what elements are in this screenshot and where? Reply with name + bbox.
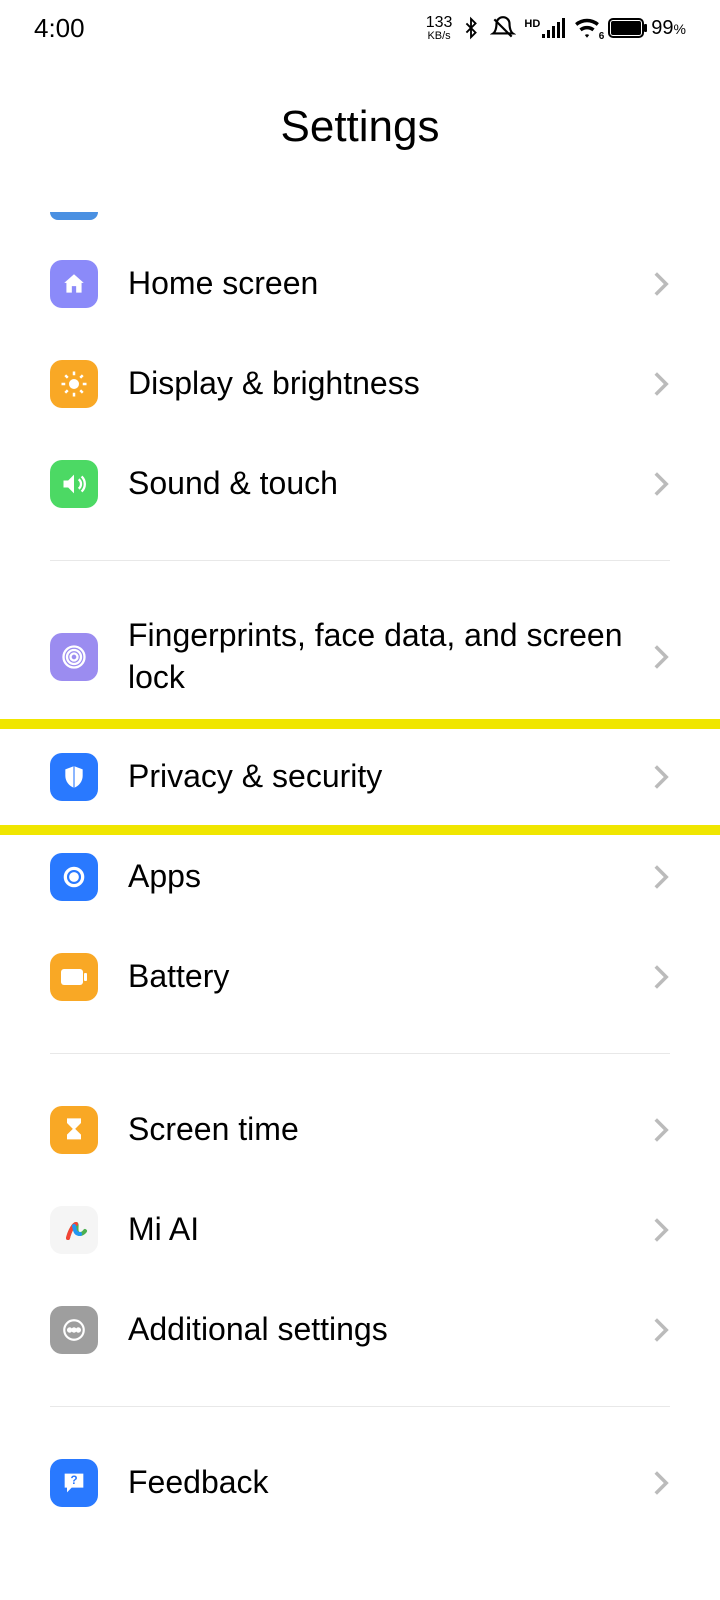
row-screen-time[interactable]: Screen time: [50, 1080, 670, 1180]
row-battery[interactable]: Battery: [50, 927, 670, 1027]
wifi-icon: 6: [574, 18, 600, 38]
row-additional-settings[interactable]: Additional settings: [50, 1280, 670, 1380]
row-label: Privacy & security: [128, 756, 652, 798]
chevron-right-icon: [652, 963, 670, 991]
chevron-right-icon: [652, 270, 670, 298]
mi-ai-icon: [50, 1206, 98, 1254]
svg-text:?: ?: [70, 1474, 77, 1487]
row-label: Feedback: [128, 1462, 652, 1504]
row-label: Display & brightness: [128, 363, 652, 405]
row-label: Sound & touch: [128, 463, 652, 505]
hourglass-icon: [50, 1106, 98, 1154]
row-label: Mi AI: [128, 1209, 652, 1251]
status-indicators: 133 KB/s HD 6 99%: [426, 15, 686, 42]
row-home-screen[interactable]: Home screen: [50, 234, 670, 334]
chevron-right-icon: [652, 470, 670, 498]
feedback-icon: ?: [50, 1459, 98, 1507]
row-fingerprints[interactable]: Fingerprints, face data, and screen lock: [50, 587, 670, 727]
page-title: Settings: [0, 102, 720, 152]
sound-icon: [50, 460, 98, 508]
home-icon: [50, 260, 98, 308]
apps-icon: [50, 853, 98, 901]
shield-icon: [50, 753, 98, 801]
row-apps[interactable]: Apps: [50, 827, 670, 927]
partial-row-top: [50, 180, 670, 222]
row-privacy-security[interactable]: Privacy & security: [50, 727, 670, 827]
divider: [50, 560, 670, 561]
settings-list: Home screen Display & brightness Sound &…: [0, 180, 720, 1533]
chevron-right-icon: [652, 1316, 670, 1344]
row-label: Screen time: [128, 1109, 652, 1151]
more-icon: [50, 1306, 98, 1354]
row-label: Additional settings: [128, 1309, 652, 1351]
divider: [50, 1053, 670, 1054]
chevron-right-icon: [652, 863, 670, 891]
status-time: 4:00: [34, 13, 85, 44]
row-label: Battery: [128, 956, 652, 998]
bluetooth-icon: [460, 15, 482, 41]
hd-signal-icon: HD: [524, 18, 566, 38]
row-display-brightness[interactable]: Display & brightness: [50, 334, 670, 434]
chevron-right-icon: [652, 763, 670, 791]
row-sound-touch[interactable]: Sound & touch: [50, 434, 670, 534]
fingerprint-icon: [50, 633, 98, 681]
highlight-box: Privacy & security: [10, 727, 720, 827]
divider: [50, 1406, 670, 1407]
network-speed: 133 KB/s: [426, 15, 453, 42]
chevron-right-icon: [652, 1216, 670, 1244]
status-bar: 4:00 133 KB/s HD 6 99%: [0, 0, 720, 56]
chevron-right-icon: [652, 643, 670, 671]
chevron-right-icon: [652, 1469, 670, 1497]
brightness-icon: [50, 360, 98, 408]
row-label: Home screen: [128, 263, 652, 305]
chevron-right-icon: [652, 1116, 670, 1144]
row-label: Apps: [128, 856, 652, 898]
battery-row-icon: [50, 953, 98, 1001]
row-feedback[interactable]: ? Feedback: [50, 1433, 670, 1533]
chevron-right-icon: [652, 370, 670, 398]
row-mi-ai[interactable]: Mi AI: [50, 1180, 670, 1280]
notifications-off-icon: [490, 15, 516, 41]
battery-icon: 99%: [608, 17, 686, 40]
row-label: Fingerprints, face data, and screen lock: [128, 615, 652, 698]
